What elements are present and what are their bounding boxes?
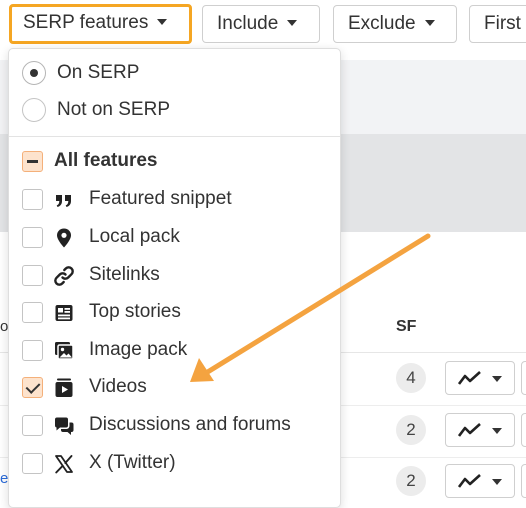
- chevron-down-icon: [492, 428, 502, 434]
- quote-icon: [56, 195, 71, 207]
- option-videos[interactable]: Videos: [9, 369, 339, 405]
- option-label: Top stories: [89, 301, 181, 322]
- chevron-down-icon: [492, 479, 502, 485]
- row-action-button[interactable]: [521, 361, 526, 395]
- option-featured-snippet[interactable]: Featured snippet: [9, 181, 339, 217]
- option-all-features[interactable]: All features: [9, 143, 339, 179]
- checkbox-checked[interactable]: [22, 377, 43, 398]
- newspaper-icon: [55, 305, 73, 321]
- radio-option-not-on-serp[interactable]: Not on SERP: [9, 92, 339, 128]
- sf-column-header[interactable]: SF: [396, 318, 416, 336]
- checkbox[interactable]: [22, 227, 43, 248]
- checkbox[interactable]: [22, 189, 43, 210]
- radio-button[interactable]: [22, 98, 46, 122]
- checkbox[interactable]: [22, 302, 43, 323]
- serp-features-filter-label: SERP features: [23, 12, 149, 33]
- option-local-pack[interactable]: Local pack: [9, 219, 339, 255]
- checkbox[interactable]: [22, 265, 43, 286]
- radio-label: On SERP: [57, 62, 140, 83]
- option-label: All features: [54, 150, 158, 171]
- trend-line-icon: [458, 423, 481, 437]
- option-image-pack[interactable]: Image pack: [9, 332, 339, 368]
- option-sitelinks[interactable]: Sitelinks: [9, 257, 339, 293]
- chevron-down-icon: [492, 376, 502, 382]
- x-logo-icon: [55, 455, 73, 474]
- dropdown-divider: [9, 136, 340, 137]
- sf-count-badge[interactable]: 4: [396, 363, 426, 393]
- option-label: Videos: [89, 376, 147, 397]
- caret-down-icon: [157, 19, 168, 25]
- option-label: Discussions and forums: [89, 414, 291, 435]
- radio-option-on-serp[interactable]: On SERP: [9, 55, 339, 91]
- checkbox[interactable]: [22, 340, 43, 361]
- include-filter-label: Include: [217, 13, 279, 34]
- option-label: Featured snippet: [89, 188, 232, 209]
- sf-count-badge[interactable]: 2: [396, 466, 426, 496]
- option-label: Local pack: [89, 226, 180, 247]
- chat-bubbles-icon: [55, 417, 74, 435]
- radio-button[interactable]: [22, 61, 46, 85]
- trend-line-icon: [458, 474, 481, 488]
- include-filter-button[interactable]: Include: [202, 5, 320, 43]
- row-action-button[interactable]: [521, 464, 526, 498]
- option-discussions-and-forums[interactable]: Discussions and forums: [9, 407, 339, 443]
- serp-features-dropdown: On SERP Not on SERP All features Feature…: [8, 48, 341, 508]
- checkbox[interactable]: [22, 453, 43, 474]
- first-filter-label: First: [484, 13, 521, 34]
- checkbox-partial[interactable]: [22, 151, 43, 172]
- option-label: Sitelinks: [89, 264, 160, 285]
- map-pin-icon: [57, 228, 71, 248]
- option-x-twitter[interactable]: X (Twitter): [9, 445, 339, 481]
- option-label: X (Twitter): [89, 452, 176, 473]
- exclude-filter-label: Exclude: [348, 13, 416, 34]
- trend-dropdown-button[interactable]: [445, 464, 515, 498]
- caret-down-icon: [287, 20, 298, 26]
- sf-count-badge[interactable]: 2: [396, 415, 426, 445]
- radio-label: Not on SERP: [57, 99, 170, 120]
- trend-dropdown-button[interactable]: [445, 413, 515, 447]
- serp-features-filter-button[interactable]: SERP features: [9, 4, 192, 44]
- video-play-icon: [55, 378, 73, 397]
- trend-dropdown-button[interactable]: [445, 361, 515, 395]
- caret-down-icon: [424, 20, 435, 26]
- first-filter-button[interactable]: First: [469, 5, 526, 43]
- filter-toolbar: SERP features Include Exclude First: [0, 0, 526, 48]
- trend-line-icon: [458, 371, 481, 385]
- checkbox[interactable]: [22, 415, 43, 436]
- exclude-filter-button[interactable]: Exclude: [333, 5, 457, 43]
- option-label: Image pack: [89, 339, 188, 360]
- link-icon: [54, 266, 74, 286]
- option-top-stories[interactable]: Top stories: [9, 294, 339, 330]
- row-action-button[interactable]: [521, 413, 526, 447]
- image-stack-icon: [55, 342, 74, 360]
